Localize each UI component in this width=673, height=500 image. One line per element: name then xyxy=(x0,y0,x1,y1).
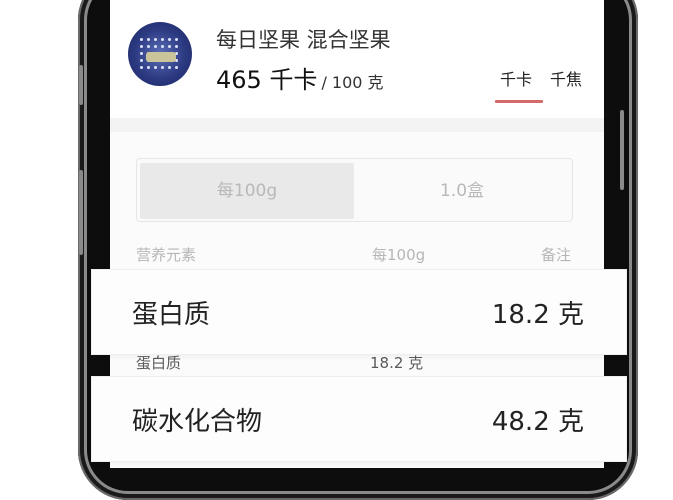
volume-down-button xyxy=(79,170,83,255)
energy-value: 465 千卡 xyxy=(216,66,318,94)
food-header: 每日坚果 混合坚果 465 千卡/ 100 克 千卡 千焦 xyxy=(110,0,604,118)
highlight-card: 碳水化合物 48.2 克 xyxy=(92,377,626,461)
volume-up-button xyxy=(79,65,83,105)
table-row-value: 18.2 克 xyxy=(370,354,424,372)
highlight-card: 蛋白质 18.2 克 xyxy=(92,270,626,354)
table-row-name: 蛋白质 xyxy=(136,354,182,372)
serving-option-per-100g[interactable]: 每100g xyxy=(140,163,354,219)
serving-option-box[interactable]: 1.0盒 xyxy=(355,163,569,219)
highlight-card-name: 蛋白质 xyxy=(132,300,211,330)
food-title: 每日坚果 混合坚果 xyxy=(216,28,391,52)
highlight-card-value: 48.2 克 xyxy=(491,407,584,437)
active-tab-indicator xyxy=(495,100,543,103)
serving-selector: 每100g 1.0盒 xyxy=(136,158,573,222)
food-image xyxy=(128,22,192,86)
highlight-card-value: 18.2 克 xyxy=(491,300,584,330)
tab-kj[interactable]: 千焦 xyxy=(550,66,582,90)
power-button xyxy=(620,110,624,190)
section-divider xyxy=(110,118,604,132)
highlight-card-name: 碳水化合物 xyxy=(132,407,263,437)
energy-per-unit: / 100 克 xyxy=(321,73,384,92)
column-header-per100g: 每100g xyxy=(372,246,426,264)
column-header-nutrient: 营养元素 xyxy=(136,246,197,264)
tab-kcal[interactable]: 千卡 xyxy=(500,66,532,90)
column-header-note: 备注 xyxy=(541,246,572,264)
energy-readout: 465 千卡/ 100 克 xyxy=(216,60,384,95)
